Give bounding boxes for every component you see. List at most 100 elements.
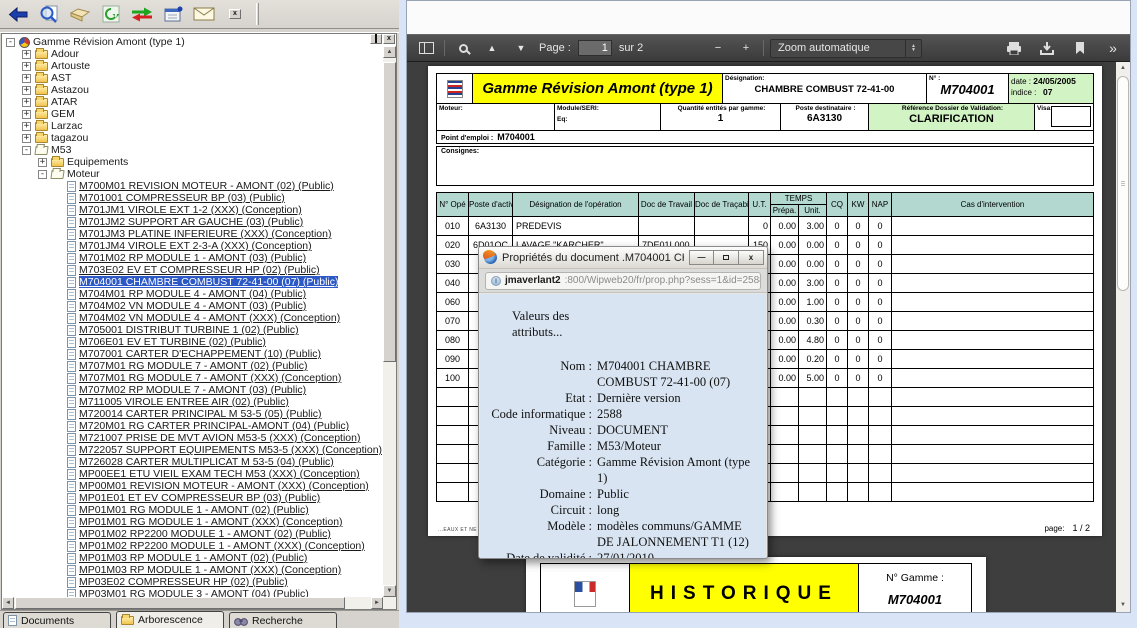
tree-vertical-scrollbar[interactable]: ▲ ▼	[383, 46, 396, 597]
tree-document-item[interactable]: MP01M01 RG MODULE 1 - AMONT (02) (Public…	[3, 504, 382, 516]
close-window-button[interactable]: x	[223, 3, 247, 25]
properties-button[interactable]	[161, 3, 185, 25]
previous-page-button[interactable]: ▲	[481, 37, 503, 59]
expand-icon[interactable]: +	[22, 134, 31, 143]
close-panel-button[interactable]: x	[383, 34, 395, 44]
expand-icon[interactable]: +	[22, 86, 31, 95]
tree-document-item[interactable]: MP03E02 COMPRESSEUR HP (02) (Public)	[3, 576, 382, 588]
tree-document-item[interactable]: MP01M03 RP MODULE 1 - AMONT (XXX) (Conce…	[3, 564, 382, 576]
dialog-title-bar[interactable]: Propriétés du document .M704001 CHAMBRE …	[479, 247, 767, 269]
tree-folder-item[interactable]: -Gamme Révision Amont (type 1)	[3, 36, 382, 48]
scroll-down-icon[interactable]: ▼	[1117, 599, 1129, 612]
find-button[interactable]	[452, 37, 474, 59]
scrollbar-thumb[interactable]	[1117, 76, 1129, 291]
tree-document-item[interactable]: M704M02 VN MODULE 4 - AMONT (03) (Public…	[3, 300, 382, 312]
zoom-select[interactable]: Zoom automatique ▲▼	[770, 39, 922, 58]
tree-item-label[interactable]: M701JM1 VIROLE EXT 1-2 (XXX) (Conception…	[79, 204, 302, 216]
tree-item-label[interactable]: M704M02 VN MODULE 4 - AMONT (03) (Public…	[79, 300, 306, 312]
tree-document-item[interactable]: MP01M02 RP2200 MODULE 1 - AMONT (02) (Pu…	[3, 528, 382, 540]
tree-item-label[interactable]: AST	[51, 72, 71, 84]
tab-documents[interactable]: Documents	[3, 612, 111, 628]
tree-item-label[interactable]: M704M02 VN MODULE 4 - AMONT (XXX) (Conce…	[79, 312, 340, 324]
preview-button[interactable]	[37, 3, 61, 25]
tree-document-item[interactable]: MP01M01 RG MODULE 1 - AMONT (XXX) (Conce…	[3, 516, 382, 528]
tree-item-label[interactable]: M704M01 RP MODULE 4 - AMONT (04) (Public…	[79, 288, 306, 300]
tree-folder-item[interactable]: -Moteur	[3, 168, 382, 180]
tree-item-label[interactable]: M53	[51, 144, 71, 156]
tree-document-item[interactable]: M707M01 RG MODULE 7 - AMONT (02) (Public…	[3, 360, 382, 372]
scrollbar-thumb[interactable]	[15, 597, 345, 609]
tree-item-label[interactable]: MP00EE1 ETU VIEIL EXAM TECH M53 (XXX) (C…	[79, 468, 360, 480]
tree-item-label[interactable]: M701JM2 SUPPORT AR GAUCHE (03) (Public)	[79, 216, 303, 228]
transfer-button[interactable]	[130, 3, 154, 25]
expand-icon[interactable]: +	[22, 74, 31, 83]
toggle-sidebar-button[interactable]	[415, 37, 437, 59]
tree-document-item[interactable]: M711005 VIROLE ENTREE AIR (02) (Public)	[3, 396, 382, 408]
tree-folder-item[interactable]: + Astazou	[3, 84, 382, 96]
tree-item-label[interactable]: MP01M01 RG MODULE 1 - AMONT (02) (Public…	[79, 504, 309, 516]
expand-icon[interactable]: +	[22, 50, 31, 59]
zoom-out-button[interactable]: −	[707, 37, 729, 59]
tree-document-item[interactable]: MP01M02 RP2200 MODULE 1 - AMONT (XXX) (C…	[3, 540, 382, 552]
tree-horizontal-scrollbar[interactable]: ◄ ►	[2, 597, 383, 609]
tree-item-label[interactable]: tagazou	[51, 132, 88, 144]
tree-item-label[interactable]: M704001 CHAMBRE COMBUST 72-41-00 (07) (P…	[79, 276, 338, 288]
tree-item-label[interactable]: M721007 PRISE DE MVT AVION M53-5 (XXX) (…	[79, 432, 360, 444]
tree-document-item[interactable]: MP01E01 ET EV COMPRESSEUR BP (03) (Publi…	[3, 492, 382, 504]
tree-item-label[interactable]: M701M02 RP MODULE 1 - AMONT (03) (Public…	[79, 252, 306, 264]
tab-arborescence[interactable]: Arborescence	[116, 611, 224, 628]
tree-document-item[interactable]: M704M01 RP MODULE 4 - AMONT (04) (Public…	[3, 288, 382, 300]
tree-item-label[interactable]: M707M01 RG MODULE 7 - AMONT (XXX) (Conce…	[79, 372, 341, 384]
viewer-scrollbar[interactable]: ▲ ▼	[1116, 62, 1130, 612]
zoom-in-button[interactable]: +	[735, 37, 757, 59]
tree-folder-item[interactable]: +Artouste	[3, 60, 382, 72]
scrollbar-thumb[interactable]	[383, 62, 396, 362]
tree-item-label[interactable]: Astazou	[51, 84, 89, 96]
tree-folder-item[interactable]: + Adour	[3, 48, 382, 60]
scroll-up-icon[interactable]: ▲	[383, 46, 396, 58]
tree-document-item[interactable]: M726028 CARTER MULTIPLICAT M 53-5 (04) (…	[3, 456, 382, 468]
tree-item-label[interactable]: M700M01 REVISION MOTEUR - AMONT (02) (Pu…	[79, 180, 334, 192]
tree-item-label[interactable]: MP03E02 COMPRESSEUR HP (02) (Public)	[79, 576, 288, 588]
tree-item-label[interactable]: M707M01 RG MODULE 7 - AMONT (02) (Public…	[79, 360, 308, 372]
maximize-button[interactable]	[714, 250, 739, 265]
tree-item-label[interactable]: MP01M03 RP MODULE 1 - AMONT (XXX) (Conce…	[79, 564, 341, 576]
tree-item-label[interactable]: MP01M02 RP2200 MODULE 1 - AMONT (02) (Pu…	[79, 528, 331, 540]
tree-document-item[interactable]: M707M01 RG MODULE 7 - AMONT (XXX) (Conce…	[3, 372, 382, 384]
scroll-down-icon[interactable]: ▼	[383, 585, 396, 597]
tree-item-label[interactable]: M703E02 EV ET COMPRESSEUR HP (02) (Publi…	[79, 264, 320, 276]
refresh-button[interactable]	[99, 3, 123, 25]
tree-item-label[interactable]: M701JM3 PLATINE INFERIEURE (XXX) (Concep…	[79, 228, 331, 240]
expand-icon[interactable]: +	[38, 158, 47, 167]
tree-item-label[interactable]: Equipements	[67, 156, 128, 168]
close-button[interactable]: x	[739, 250, 764, 265]
next-page-button[interactable]: ▼	[510, 37, 532, 59]
tree-item-label[interactable]: GEM	[51, 108, 75, 120]
tree-item-label[interactable]: Adour	[51, 48, 79, 60]
scroll-left-icon[interactable]: ◄	[2, 597, 14, 609]
tree-item-label[interactable]: M722057 SUPPORT EQUIPEMENTS M53-5 (XXX) …	[79, 444, 382, 456]
more-tools-button[interactable]: »	[1102, 37, 1124, 59]
tree-item-label[interactable]: MP03M01 RG MODULE 3 - AMONT (04) (Public…	[79, 588, 309, 597]
tree-document-item[interactable]: M701001 COMPRESSEUR BP (03) (Public)	[3, 192, 382, 204]
tree-document-item[interactable]: M705001 DISTRIBUT TURBINE 1 (02) (Public…	[3, 324, 382, 336]
tree-item-label[interactable]: M720014 CARTER PRINCIPAL M 53-5 (05) (Pu…	[79, 408, 322, 420]
tree-document-item[interactable]: MP03M01 RG MODULE 3 - AMONT (04) (Public…	[3, 588, 382, 597]
tree-document-item[interactable]: M701JM4 VIROLE EXT 2-3-A (XXX) (Concepti…	[3, 240, 382, 252]
tree-document-item[interactable]: M701JM2 SUPPORT AR GAUCHE (03) (Public)	[3, 216, 382, 228]
tree-item-label[interactable]: ATAR	[51, 96, 77, 108]
expand-icon[interactable]: +	[22, 122, 31, 131]
expand-icon[interactable]: +	[22, 98, 31, 107]
tree-item-label[interactable]: MP01M01 RG MODULE 1 - AMONT (XXX) (Conce…	[79, 516, 343, 528]
tree-folder-item[interactable]: + AST	[3, 72, 382, 84]
tree-document-item[interactable]: MP01M03 RP MODULE 1 - AMONT (02) (Public…	[3, 552, 382, 564]
tree-folder-item[interactable]: +Larzac	[3, 120, 382, 132]
tree-item-label[interactable]: M701001 COMPRESSEUR BP (03) (Public)	[79, 192, 285, 204]
tree-document-item[interactable]: M706E01 EV ET TURBINE (02) (Public)	[3, 336, 382, 348]
tree-item-label[interactable]: MP01M03 RP MODULE 1 - AMONT (02) (Public…	[79, 552, 307, 564]
tree-document-item[interactable]: M707001 CARTER D'ECHAPPEMENT (10) (Publi…	[3, 348, 382, 360]
print-button[interactable]	[1003, 37, 1025, 59]
tree-document-item[interactable]: M703E02 EV ET COMPRESSEUR HP (02) (Publi…	[3, 264, 382, 276]
tree-document-item[interactable]: M704001 CHAMBRE COMBUST 72-41-00 (07) (P…	[3, 276, 382, 288]
tree-item-label[interactable]: MP01E01 ET EV COMPRESSEUR BP (03) (Publi…	[79, 492, 320, 504]
